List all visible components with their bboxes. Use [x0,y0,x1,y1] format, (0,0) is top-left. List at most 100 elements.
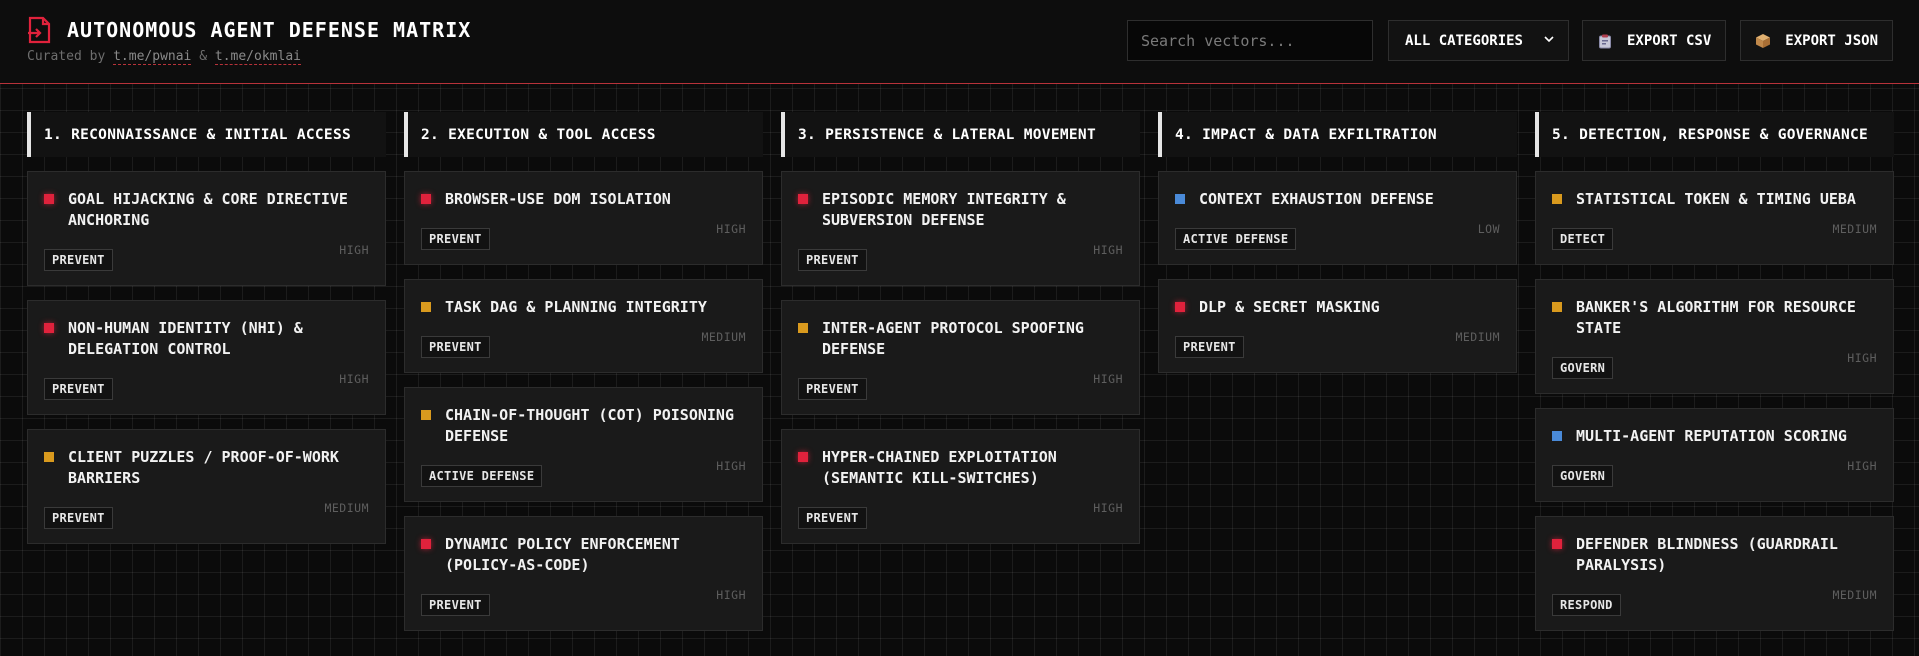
card-title-row: CLIENT PUZZLES / PROOF-OF-WORK BARRIERS [44,447,369,489]
severity-label: HIGH [1093,372,1123,386]
severity-indicator-icon [1175,194,1185,204]
card-footer: PREVENT HIGH [421,588,746,616]
severity-label: HIGH [1093,501,1123,515]
defense-card[interactable]: EPISODIC MEMORY INTEGRITY & SUBVERSION D… [781,171,1140,286]
card-title-row: CHAIN-OF-THOUGHT (COT) POISONING DEFENSE [421,405,746,447]
defense-card[interactable]: INTER-AGENT PROTOCOL SPOOFING DEFENSE PRE… [781,300,1140,415]
defense-type-badge: PREVENT [798,378,867,400]
card-title-row: CONTEXT EXHAUSTION DEFENSE [1175,189,1500,210]
link-okmlai[interactable]: t.me/okmlai [214,49,301,65]
defense-card[interactable]: CONTEXT EXHAUSTION DEFENSE ACTIVE DEFENSE… [1158,171,1517,265]
card-footer: PREVENT HIGH [421,222,746,250]
severity-label: MEDIUM [701,330,746,344]
card-footer: ACTIVE DEFENSE HIGH [421,459,746,487]
severity-indicator-icon [1552,302,1562,312]
severity-indicator-icon [798,194,808,204]
matrix-column: 4. IMPACT & DATA EXFILTRATION CONTEXT EXH… [1158,112,1517,645]
defense-type-badge: PREVENT [421,228,490,250]
defense-card[interactable]: GOAL HIJACKING & CORE DIRECTIVE ANCHORIN… [27,171,386,286]
card-footer: GOVERN HIGH [1552,459,1877,487]
card-title-row: STATISTICAL TOKEN & TIMING UEBA [1552,189,1877,210]
defense-card[interactable]: DLP & SECRET MASKING PREVENT MEDIUM [1158,279,1517,373]
card-name: DLP & SECRET MASKING [1199,298,1380,316]
card-footer: RESPOND MEDIUM [1552,588,1877,616]
package-icon [1756,33,1771,48]
severity-indicator-icon [421,302,431,312]
defense-type-badge: RESPOND [1552,594,1621,616]
defense-card[interactable]: CLIENT PUZZLES / PROOF-OF-WORK BARRIERS P… [27,429,386,544]
defense-card[interactable]: MULTI-AGENT REPUTATION SCORING GOVERN HIGH [1535,408,1894,502]
column-header: 1. RECONNAISSANCE & INITIAL ACCESS [27,112,386,157]
defense-card[interactable]: BROWSER-USE DOM ISOLATION PREVENT HIGH [404,171,763,265]
card-name: BROWSER-USE DOM ISOLATION [445,190,671,208]
defense-type-badge: PREVENT [44,378,113,400]
card-name: EPISODIC MEMORY INTEGRITY & SUBVERSION D… [822,190,1066,229]
column-header: 5. DETECTION, RESPONSE & GOVERNANCE [1535,112,1894,157]
defense-type-badge: ACTIVE DEFENSE [1175,228,1297,250]
severity-label: HIGH [1847,351,1877,365]
severity-indicator-icon [798,323,808,333]
category-select[interactable]: ALL CATEGORIES [1387,20,1569,61]
defense-card[interactable]: NON-HUMAN IDENTITY (NHI) & DELEGATION CO… [27,300,386,415]
defense-card[interactable]: TASK DAG & PLANNING INTEGRITY PREVENT MEDI… [404,279,763,373]
card-title-row: MULTI-AGENT REPUTATION SCORING [1552,426,1877,447]
column-header: 4. IMPACT & DATA EXFILTRATION [1158,112,1517,157]
defense-card[interactable]: STATISTICAL TOKEN & TIMING UEBA DETECT MED… [1535,171,1894,265]
card-name: CHAIN-OF-THOUGHT (COT) POISONING DEFENSE [445,406,734,445]
export-csv-label: EXPORT CSV [1626,32,1712,49]
credit-prefix: Curated by [27,49,106,64]
severity-indicator-icon [44,194,54,204]
card-title-row: DYNAMIC POLICY ENFORCEMENT (POLICY-AS-CO… [421,534,746,576]
defense-type-badge: PREVENT [421,336,490,358]
card-name: HYPER-CHAINED EXPLOITATION (SEMANTIC KIL… [822,448,1057,487]
card-title-row: INTER-AGENT PROTOCOL SPOOFING DEFENSE [798,318,1123,360]
card-name: CLIENT PUZZLES / PROOF-OF-WORK BARRIERS [68,448,339,487]
defense-type-badge: PREVENT [421,594,490,616]
severity-indicator-icon [1552,431,1562,441]
severity-indicator-icon [1552,194,1562,204]
defense-type-badge: PREVENT [44,507,113,529]
card-title-row: DEFENDER BLINDNESS (GUARDRAIL PARALYSIS) [1552,534,1877,576]
export-json-button[interactable]: EXPORT JSON [1740,20,1893,61]
matrix-column: 3. PERSISTENCE & LATERAL MOVEMENT EPISODI… [781,112,1140,645]
card-name: BANKER'S ALGORITHM FOR RESOURCE STATE [1576,298,1856,337]
severity-indicator-icon [798,452,808,462]
card-footer: PREVENT HIGH [798,243,1123,271]
page-title: AUTONOMOUS AGENT DEFENSE MATRIX [67,18,472,42]
search-input[interactable] [1126,20,1373,61]
card-footer: PREVENT MEDIUM [44,501,369,529]
severity-label: MEDIUM [1832,588,1877,602]
card-name: TASK DAG & PLANNING INTEGRITY [445,298,707,316]
defense-card[interactable]: CHAIN-OF-THOUGHT (COT) POISONING DEFENSE… [404,387,763,502]
link-pwnai[interactable]: t.me/pwnai [113,49,192,65]
defense-type-badge: GOVERN [1552,465,1614,487]
card-title-row: GOAL HIJACKING & CORE DIRECTIVE ANCHORIN… [44,189,369,231]
defense-card[interactable]: DEFENDER BLINDNESS (GUARDRAIL PARALYSIS)… [1535,516,1894,631]
defense-type-badge: PREVENT [44,249,113,271]
severity-indicator-icon [421,410,431,420]
severity-label: HIGH [339,372,369,386]
severity-label: HIGH [1093,243,1123,257]
defense-card[interactable]: DYNAMIC POLICY ENFORCEMENT (POLICY-AS-CO… [404,516,763,631]
severity-label: MEDIUM [1455,330,1500,344]
severity-indicator-icon [421,194,431,204]
defense-card[interactable]: BANKER'S ALGORITHM FOR RESOURCE STATE GOV… [1535,279,1894,394]
defense-type-badge: ACTIVE DEFENSE [421,465,543,487]
export-csv-button[interactable]: EXPORT CSV [1581,20,1727,61]
category-select-value: ALL CATEGORIES [1404,32,1523,49]
severity-label: HIGH [716,222,746,236]
card-name: DEFENDER BLINDNESS (GUARDRAIL PARALYSIS) [1576,535,1838,574]
card-title-row: TASK DAG & PLANNING INTEGRITY [421,297,746,318]
defense-card[interactable]: HYPER-CHAINED EXPLOITATION (SEMANTIC KIL… [781,429,1140,544]
card-footer: DETECT MEDIUM [1552,222,1877,250]
brand: AUTONOMOUS AGENT DEFENSE MATRIX [27,16,471,44]
defense-type-badge: PREVENT [1175,336,1244,358]
card-footer: PREVENT MEDIUM [421,330,746,358]
card-name: INTER-AGENT PROTOCOL SPOOFING DEFENSE [822,319,1084,358]
severity-indicator-icon [421,539,431,549]
card-title-row: BROWSER-USE DOM ISOLATION [421,189,746,210]
severity-label: HIGH [1847,459,1877,473]
matrix-board: 1. RECONNAISSANCE & INITIAL ACCESS GOAL H… [27,112,1894,645]
severity-indicator-icon [44,452,54,462]
severity-label: HIGH [716,588,746,602]
